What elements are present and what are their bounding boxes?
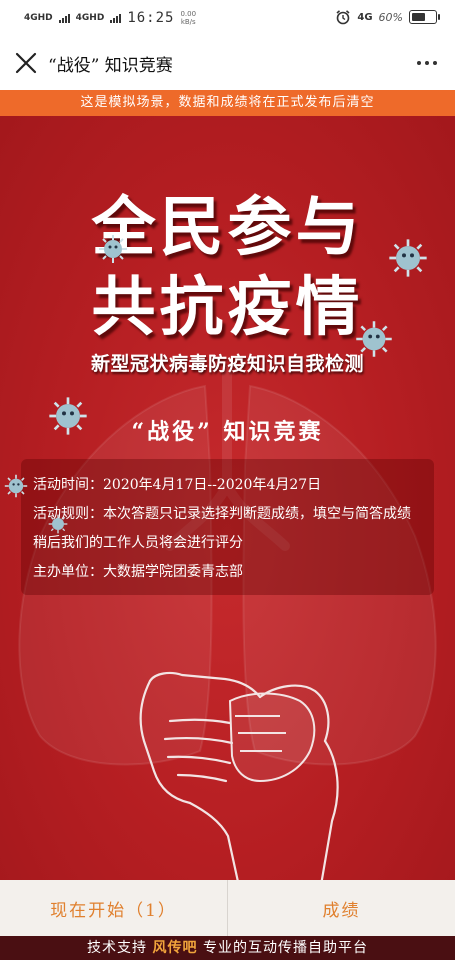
simulation-notice: 这是模拟场景，数据和成绩将在正式发布后清空 — [0, 90, 455, 116]
event-rules: 活动规则：本次答题只记录选择判断题成绩，填空与简答成绩稍后我们的工作人员将会进行… — [33, 506, 411, 551]
battery-fill — [412, 13, 425, 21]
virus-icon — [389, 239, 427, 277]
alarm-clock-icon — [336, 10, 350, 25]
virus-icon — [48, 514, 68, 534]
footer: 技术支持 风传吧 专业的互动传播自助平台 — [0, 936, 455, 960]
signal-indicator-1: 4GHD — [24, 12, 53, 23]
footer-prefix: 技术支持 — [87, 940, 148, 956]
event-time: 活动时间：2020年4月17日--2020年4月27日 — [33, 477, 322, 493]
footer-suffix: 专业的互动传播自助平台 — [202, 940, 368, 956]
signal-bars-1-icon — [58, 13, 70, 23]
net-speed: 0.00 kB/s — [180, 10, 196, 26]
virus-icon — [356, 321, 392, 357]
bottom-actions: 现在开始（1） 成绩 — [0, 880, 455, 936]
status-bar: 4GHD 4GHD 16:25 0.00 kB/s 4G 60% — [0, 0, 455, 36]
virus-icon — [4, 474, 28, 498]
signal-indicator-2: 4GHD — [75, 12, 105, 23]
battery-percent: 60% — [378, 10, 403, 24]
clock: 16:25 — [127, 10, 175, 26]
poster: 全民参与 共抗疫情 新型冠状病毒防疫知识自我检测 “战役” 知识竞赛 活动时间：… — [0, 116, 455, 880]
virus-icon — [99, 235, 127, 263]
close-icon[interactable] — [12, 49, 40, 77]
event-organizer: 主办单位：大数据学院团委青志部 — [33, 564, 243, 580]
headline-line-1: 全民参与 — [91, 190, 364, 265]
signal-bars-2-icon — [110, 13, 122, 23]
net-speed-value: 0.00 — [180, 10, 197, 18]
page-title: “战役” 知识竞赛 — [48, 56, 173, 76]
more-dots-icon[interactable] — [413, 52, 441, 74]
status-right: 4G 60% — [335, 9, 440, 25]
clasped-hands-illustration — [139, 671, 339, 880]
network-label-2: 4GHD — [75, 12, 105, 23]
battery-icon — [409, 10, 440, 24]
score-button[interactable]: 成绩 — [227, 880, 455, 936]
network-label-3: 4G — [357, 11, 373, 23]
virus-icon — [49, 397, 87, 435]
network-label-1: 4GHD — [24, 12, 53, 23]
event-info-box: 活动时间：2020年4月17日--2020年4月27日 活动规则：本次答题只记录… — [21, 459, 434, 595]
status-left: 4GHD 4GHD 16:25 0.00 kB/s — [24, 10, 196, 26]
start-button[interactable]: 现在开始（1） — [0, 880, 227, 936]
footer-brand-link[interactable]: 风传吧 — [153, 940, 198, 956]
title-bar: “战役” 知识竞赛 — [0, 36, 455, 90]
net-speed-unit: kB/s — [180, 18, 196, 26]
